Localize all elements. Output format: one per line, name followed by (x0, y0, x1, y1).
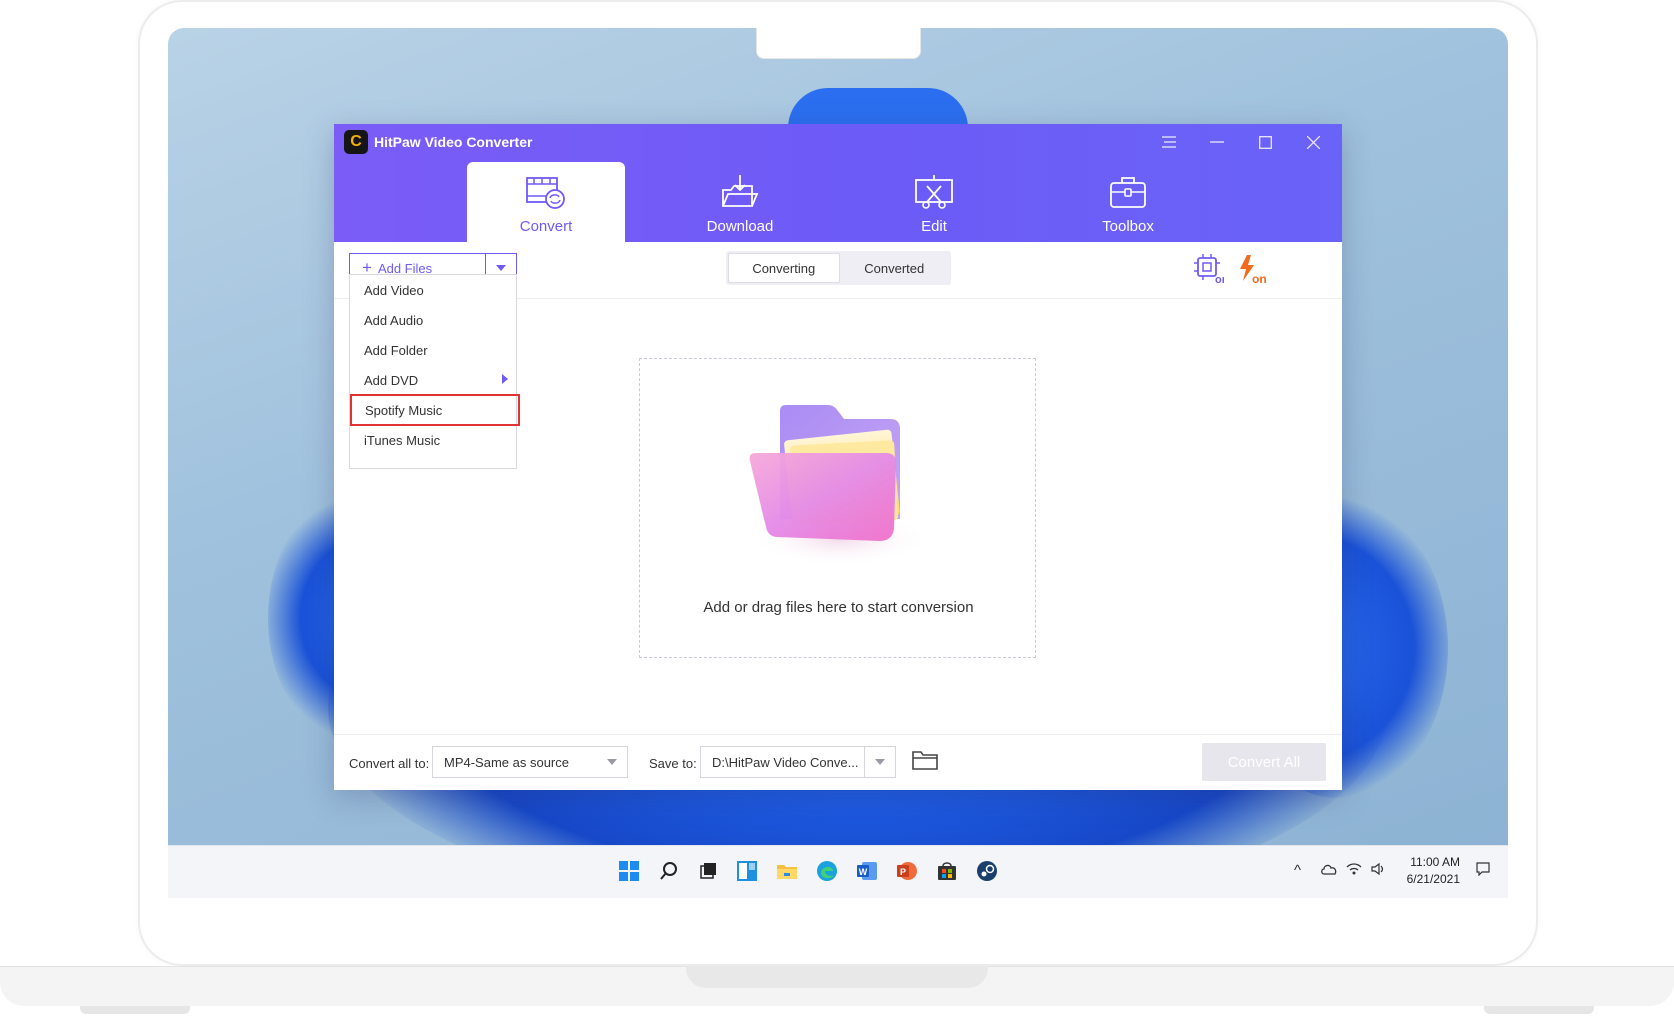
laptop-foot-left (80, 1006, 190, 1014)
status-segmented-control: Converting Converted (726, 251, 951, 285)
hw-accel-on-label: on (1215, 274, 1224, 284)
menu-item-add-video[interactable]: Add Video (350, 275, 516, 305)
laptop-foot-right (1484, 1006, 1594, 1014)
chevron-down-icon (864, 747, 895, 777)
wallpaper-bloom-top (788, 88, 968, 128)
volume-icon[interactable] (1371, 862, 1387, 880)
hitpaw-app-window: C HitPaw Video Converter Convert Downloa… (334, 124, 1342, 790)
submenu-arrow-icon (502, 373, 508, 387)
tab-converting[interactable]: Converting (728, 253, 840, 283)
tab-convert[interactable]: Convert (467, 162, 625, 242)
tab-download-label: Download (706, 218, 774, 235)
laptop-hinge-notch (686, 966, 988, 988)
menu-item-itunes-music[interactable]: iTunes Music (350, 425, 516, 455)
save-path-select[interactable]: D:\HitPaw Video Conve... (700, 746, 896, 778)
search-icon[interactable] (656, 858, 682, 884)
toolbox-icon (1110, 177, 1146, 208)
powerpoint-icon[interactable]: P (894, 858, 920, 884)
hardware-acceleration-icon[interactable]: on (1194, 254, 1229, 286)
minimize-icon[interactable] (1202, 130, 1232, 154)
app-header: C HitPaw Video Converter Convert Downloa… (334, 124, 1342, 242)
menu-item-label: Add DVD (364, 372, 419, 388)
tab-converted[interactable]: Converted (840, 253, 950, 283)
menu-item-add-audio[interactable]: Add Audio (350, 305, 516, 335)
tab-toolbox[interactable]: Toolbox (1049, 162, 1207, 242)
chevron-down-icon (496, 265, 506, 271)
windows-start-icon[interactable] (616, 858, 642, 884)
maximize-icon[interactable] (1250, 130, 1280, 154)
lightning-on-label: on (1252, 272, 1267, 284)
task-view-icon[interactable] (696, 858, 722, 884)
folder-icon (749, 405, 930, 567)
notification-icon[interactable] (1476, 862, 1490, 880)
open-folder-icon[interactable] (912, 749, 940, 775)
save-path-value: D:\HitPaw Video Conve... (712, 754, 859, 770)
menu-item-add-dvd[interactable]: Add DVD (350, 365, 516, 395)
tab-edit-label: Edit (921, 218, 947, 235)
chevron-down-icon (597, 747, 627, 777)
menu-item-spotify-music[interactable]: Spotify Music (350, 394, 520, 426)
file-drop-zone[interactable]: Add or drag files here to start conversi… (639, 358, 1036, 658)
edit-scissors-icon (915, 175, 953, 209)
convert-all-button[interactable]: Convert All (1202, 743, 1326, 781)
tray-chevron-up-icon[interactable]: ^ (1294, 862, 1301, 879)
tab-toolbox-label: Toolbox (1102, 218, 1154, 235)
close-icon[interactable] (1298, 130, 1328, 154)
output-format-select[interactable]: MP4-Same as source (432, 746, 628, 778)
download-icon (722, 175, 759, 207)
tab-edit[interactable]: Edit (855, 162, 1013, 242)
steam-icon[interactable] (974, 858, 1000, 884)
word-icon[interactable]: W (854, 858, 880, 884)
menu-item-add-folder[interactable]: Add Folder (350, 335, 516, 365)
save-to-label: Save to: (649, 756, 697, 771)
tab-convert-label: Convert (519, 218, 573, 235)
lightning-mode-icon[interactable]: on (1237, 254, 1267, 286)
menu-item-label: Spotify Music (365, 402, 443, 418)
file-explorer-icon[interactable] (774, 858, 800, 884)
add-files-dropdown-menu: Add Video Add Audio Add Folder Add DVD S… (349, 274, 520, 469)
menu-item-label: Add Audio (364, 312, 424, 328)
edge-icon[interactable] (814, 858, 840, 884)
menu-item-label: iTunes Music (364, 432, 441, 448)
app-logo-icon: C (344, 130, 368, 154)
convert-film-icon (526, 177, 565, 209)
footer-bar: Convert all to: MP4-Same as source Save … (334, 734, 1342, 790)
clock-date: 6/21/2021 (1406, 872, 1460, 886)
menu-icon[interactable] (1154, 130, 1184, 154)
svg-text:W: W (859, 867, 868, 877)
taskbar: W P ^ 11:00 AM 6/21/2021 (168, 845, 1508, 898)
menu-item-label: Add Video (364, 282, 424, 298)
widgets-icon[interactable] (734, 858, 760, 884)
wifi-icon[interactable] (1346, 862, 1362, 880)
menu-item-label: Add Folder (364, 342, 428, 358)
taskbar-clock[interactable]: 11:00 AM 6/21/2021 (1407, 854, 1460, 888)
tab-download[interactable]: Download (661, 162, 819, 242)
onedrive-cloud-icon[interactable] (1320, 862, 1338, 879)
store-icon[interactable] (934, 858, 960, 884)
convert-all-to-label: Convert all to: (349, 756, 430, 771)
app-title: HitPaw Video Converter (374, 134, 533, 150)
drop-zone-hint: Add or drag files here to start conversi… (703, 599, 974, 616)
output-format-value: MP4-Same as source (444, 754, 569, 770)
svg-text:P: P (900, 867, 906, 877)
clock-time: 11:00 AM (1410, 855, 1460, 869)
camera-notch (756, 28, 921, 59)
